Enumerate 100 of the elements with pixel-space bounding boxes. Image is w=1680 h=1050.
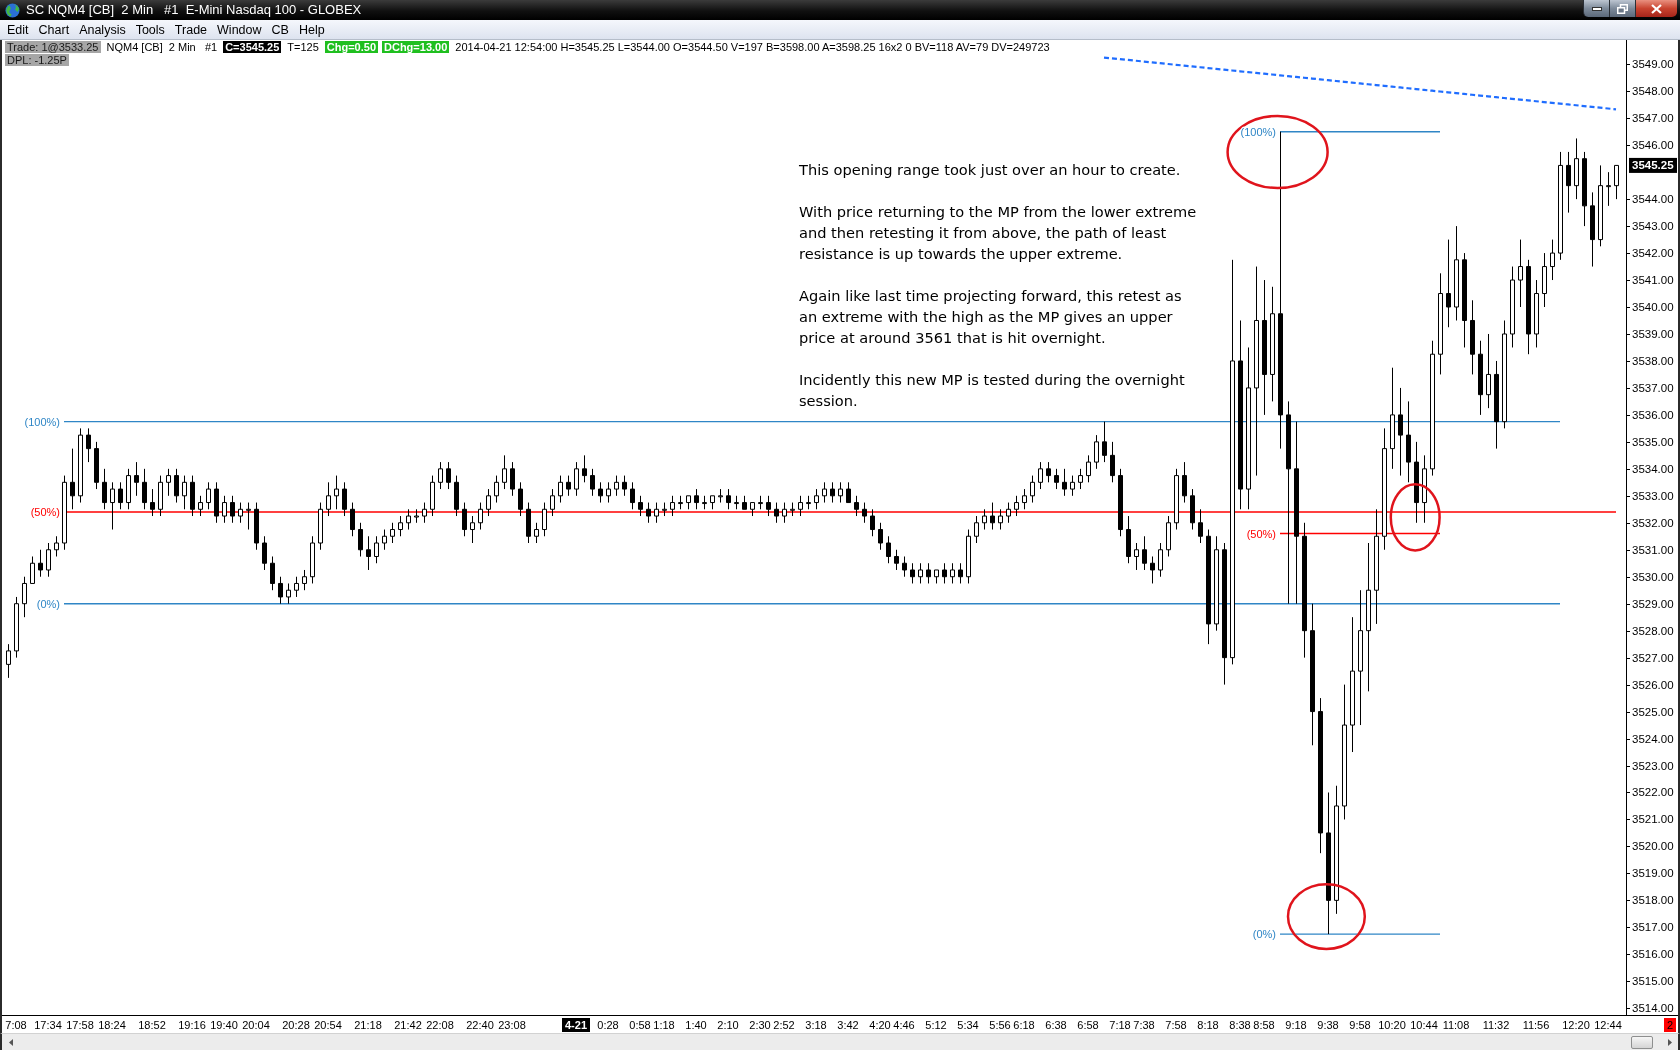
menu-item[interactable]: Help	[293, 20, 330, 39]
price-axis-label: 3523.00	[1632, 759, 1674, 772]
price-bar	[150, 488, 155, 517]
time-axis-label: 20:04	[242, 1019, 270, 1031]
time-axis-label: 5:56	[989, 1019, 1011, 1031]
price-axis-label: 3530.00	[1632, 570, 1674, 583]
price-axis-label: 3518.00	[1632, 894, 1674, 907]
price-bar	[1542, 252, 1547, 308]
price-bar	[326, 481, 331, 517]
price-bar	[838, 481, 843, 504]
price-bar	[470, 515, 475, 544]
time-axis-label: 3:18	[805, 1019, 827, 1031]
menu-item[interactable]: Tools	[130, 20, 170, 39]
price-axis-label: 3524.00	[1632, 732, 1674, 745]
horizontal-scrollbar[interactable]	[0, 1033, 1680, 1050]
price-bar	[1422, 454, 1427, 524]
date-axis-label: 4-21	[562, 1018, 590, 1032]
price-bar	[550, 488, 555, 517]
price-bar	[166, 468, 171, 497]
price-bar	[1198, 508, 1203, 544]
time-axis-label: 7:08	[5, 1019, 27, 1031]
price-bar	[782, 502, 787, 524]
price-bar	[862, 502, 867, 524]
close-button[interactable]	[1635, 0, 1677, 17]
price-bar	[598, 481, 603, 504]
price-bar	[670, 495, 675, 517]
price-bar	[926, 562, 931, 584]
price-axis-label: 3528.00	[1632, 624, 1674, 637]
price-bar	[510, 461, 515, 497]
price-axis-label: 3522.00	[1632, 786, 1674, 799]
menu-item[interactable]: CB	[266, 20, 294, 39]
readout-label: Trade: 1@3533.25	[5, 41, 101, 53]
price-bar	[270, 556, 275, 591]
price-bar	[454, 475, 459, 517]
price-bar	[566, 475, 571, 497]
time-axis-label: 11:56	[1522, 1019, 1550, 1031]
price-axis-label: 3516.00	[1632, 948, 1674, 961]
time-axis-label: 8:38	[1229, 1019, 1251, 1031]
price-bar	[686, 495, 691, 510]
price-bar	[486, 488, 491, 517]
highlight-circle	[1389, 483, 1441, 552]
price-bar	[798, 495, 803, 517]
price-bar	[1086, 454, 1091, 483]
price-bar	[918, 562, 923, 584]
price-axis-label: 3547.00	[1632, 112, 1674, 125]
time-axis-label: 22:40	[466, 1019, 494, 1031]
chart-note: Incidently this new MP is tested during the overnight session.	[799, 370, 1185, 411]
price-bar	[1014, 495, 1019, 517]
price-axis-label: 3525.00	[1632, 705, 1674, 718]
price-bar	[1078, 468, 1083, 490]
scroll-thumb[interactable]	[1631, 1035, 1653, 1049]
menu-item[interactable]: Chart	[33, 20, 75, 39]
time-axis-label: 19:16	[178, 1019, 206, 1031]
time-axis-label: 3:42	[837, 1019, 859, 1031]
price-bar	[1150, 556, 1155, 584]
price-bar	[174, 468, 179, 504]
price-axis-label: 3539.00	[1632, 328, 1674, 340]
price-bar	[854, 495, 859, 517]
price-axis-label: 3538.00	[1632, 354, 1674, 367]
price-bar	[646, 502, 651, 524]
price-bar	[310, 535, 315, 584]
time-axis-label: 12:20	[1562, 1019, 1590, 1031]
price-bar	[1030, 475, 1035, 504]
price-bar	[206, 481, 211, 510]
price-bar	[374, 535, 379, 564]
time-axis-label: 21:42	[394, 1019, 422, 1031]
time-axis-label: 10:44	[1410, 1019, 1438, 1031]
price-bar	[46, 542, 51, 578]
price-bar	[1518, 239, 1523, 308]
chart-note: This opening range took just over an hour to create.	[799, 160, 1181, 180]
menu-item[interactable]: Analysis	[74, 20, 131, 39]
price-bar	[358, 522, 363, 557]
price-bar	[190, 475, 195, 517]
price-axis-label: 3521.00	[1632, 813, 1674, 826]
price-bar	[214, 481, 219, 524]
restore-button[interactable]	[1609, 0, 1635, 17]
minimize-button[interactable]	[1583, 0, 1609, 17]
price-bar	[30, 556, 35, 584]
price-bar	[1054, 468, 1059, 490]
price-axis-label: 3548.00	[1632, 85, 1674, 98]
price-bar	[102, 468, 107, 510]
time-axis-label: 18:24	[98, 1019, 126, 1031]
price-bar	[574, 461, 579, 497]
price-axis-label: 3527.00	[1632, 651, 1674, 664]
time-axis-label: 0:58	[629, 1019, 651, 1031]
price-bar	[526, 502, 531, 544]
info-text: T=125	[286, 41, 320, 53]
fib-level-label: (0%)	[1252, 928, 1276, 941]
price-axis-label: 3526.00	[1632, 678, 1674, 691]
price-bar	[1062, 468, 1067, 497]
price-bar	[1606, 171, 1611, 207]
menu-item[interactable]: Edit	[2, 20, 34, 39]
close-icon	[1651, 3, 1662, 14]
price-bar	[710, 495, 715, 510]
menu-item[interactable]: Trade	[169, 20, 213, 39]
time-axis-label: 17:34	[34, 1019, 62, 1031]
time-axis-label: 7:18	[1109, 1019, 1131, 1031]
price-bar	[966, 529, 971, 584]
time-axis-label: 5:12	[925, 1019, 947, 1031]
menu-item[interactable]: Window	[212, 20, 267, 39]
